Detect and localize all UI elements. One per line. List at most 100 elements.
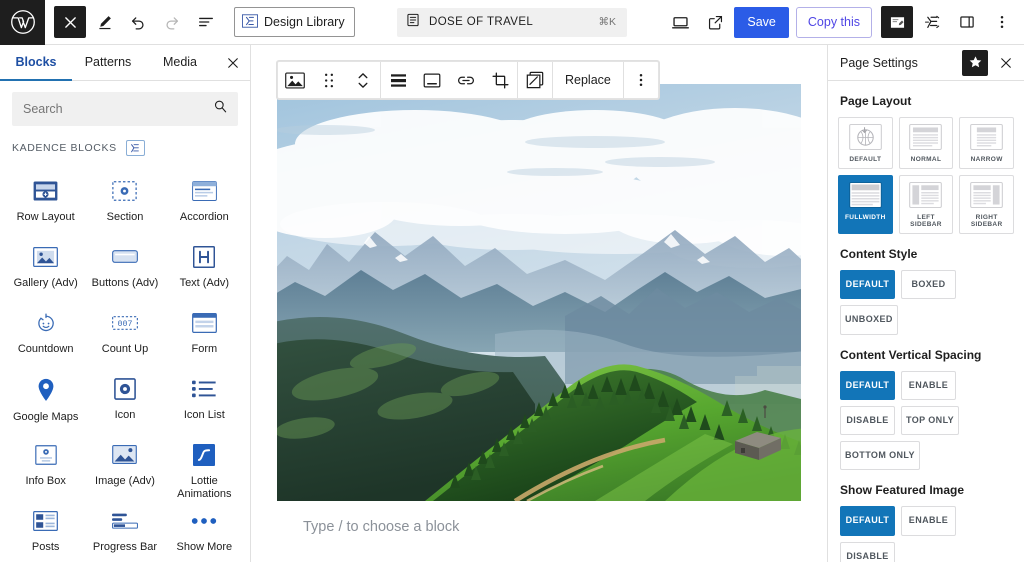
document-icon: [406, 13, 420, 32]
content-vertical-spacing-options: DEFAULT ENABLE DISABLE TOP ONLY BOTTOM O…: [828, 370, 1024, 471]
block-label: Google Maps: [12, 411, 79, 423]
block-item-row-layout[interactable]: Row Layout: [6, 168, 85, 234]
block-label: Posts: [31, 540, 60, 553]
align-icon[interactable]: [381, 62, 415, 98]
block-item-progress-bar[interactable]: Progress Bar: [85, 498, 164, 562]
block-item-icon-list[interactable]: Icon List: [165, 366, 244, 432]
block-item-text-adv[interactable]: Text (Adv): [165, 234, 244, 300]
caption-icon[interactable]: [415, 62, 449, 98]
content-style-unboxed[interactable]: UNBOXED: [840, 305, 898, 335]
layout-name: RIGHT SIDEBAR: [970, 214, 1003, 228]
layout-card-normal[interactable]: NORMAL: [898, 117, 954, 169]
edit-mode-pencil-button[interactable]: [88, 6, 120, 38]
block-item-gallery-adv[interactable]: Gallery (Adv): [6, 234, 85, 300]
form-icon: [191, 312, 217, 334]
image-block-icon[interactable]: [278, 62, 312, 98]
block-item-image-adv[interactable]: Image (Adv): [85, 432, 164, 498]
search-box[interactable]: [12, 92, 238, 126]
block-label: Progress Bar: [92, 540, 158, 553]
block-item-count-up[interactable]: 007 Count Up: [85, 300, 164, 366]
block-item-accordion[interactable]: Accordion: [165, 168, 244, 234]
block-settings-toggle-button[interactable]: [881, 6, 913, 38]
globe-thumb: [839, 118, 892, 154]
close-editor-button[interactable]: [54, 6, 86, 38]
duotone-filter-icon[interactable]: [518, 62, 552, 98]
close-inserter-button[interactable]: [216, 45, 250, 80]
kadence-settings-button[interactable]: [916, 6, 948, 38]
more-options-button[interactable]: [624, 62, 658, 98]
block-item-info-box[interactable]: Info Box: [6, 432, 85, 498]
content-style-default[interactable]: DEFAULT: [840, 270, 895, 300]
block-item-section[interactable]: Section: [85, 168, 164, 234]
spacing-top-only[interactable]: TOP ONLY: [901, 405, 960, 435]
redo-button[interactable]: [156, 6, 188, 38]
countdown-clock-icon: [35, 312, 57, 334]
spacing-default[interactable]: DEFAULT: [840, 370, 895, 400]
posts-icon: [33, 510, 59, 532]
block-item-countdown[interactable]: Countdown: [6, 300, 85, 366]
tab-blocks[interactable]: Blocks: [0, 45, 72, 81]
tab-media[interactable]: Media: [144, 45, 216, 81]
undo-button[interactable]: [122, 6, 154, 38]
sidebar-toggle-button[interactable]: [951, 6, 983, 38]
lottie-icon: [193, 444, 216, 466]
tab-patterns[interactable]: Patterns: [72, 45, 144, 81]
progress-bar-icon: [111, 510, 138, 532]
layout-card-narrow[interactable]: NARROW: [959, 117, 1014, 169]
text-heading-icon: [193, 246, 216, 268]
paragraph-placeholder[interactable]: Type / to choose a block: [277, 501, 801, 535]
block-item-posts[interactable]: Posts: [6, 498, 85, 562]
gallery-icon: [33, 246, 59, 268]
image-icon: [112, 444, 138, 466]
layout-name: DEFAULT: [849, 156, 882, 163]
search-input[interactable]: [23, 102, 213, 116]
wordpress-logo[interactable]: [0, 0, 45, 45]
block-label: Show More: [176, 540, 233, 553]
layout-card-right-sidebar[interactable]: RIGHT SIDEBAR: [959, 175, 1014, 234]
crop-icon[interactable]: [483, 62, 517, 98]
layout-card-default[interactable]: DEFAULT: [838, 117, 893, 169]
block-item-google-maps[interactable]: Google Maps: [6, 366, 85, 432]
layout-card-left-sidebar[interactable]: LEFT SIDEBAR: [898, 175, 954, 234]
featured-image-enable[interactable]: ENABLE: [901, 506, 956, 536]
featured-image-disable[interactable]: DISABLE: [840, 541, 895, 562]
design-library-button[interactable]: Design Library: [234, 7, 355, 37]
image-block[interactable]: [277, 84, 801, 501]
save-button[interactable]: Save: [734, 6, 789, 38]
link-icon[interactable]: [449, 62, 483, 98]
layout-card-fullwidth[interactable]: FULLWIDTH: [838, 175, 893, 234]
block-item-lottie-animations[interactable]: Lottie Animations: [165, 432, 244, 500]
design-library-label: Design Library: [264, 15, 345, 29]
map-pin-icon: [37, 378, 55, 402]
preview-device-button[interactable]: [664, 6, 696, 38]
replace-button[interactable]: Replace: [553, 62, 623, 98]
drag-handle-icon[interactable]: [312, 62, 346, 98]
block-item-buttons-adv[interactable]: Buttons (Adv): [85, 234, 164, 300]
block-label: Accordion: [179, 210, 229, 223]
block-label: Buttons (Adv): [91, 276, 159, 289]
search-container: [0, 81, 250, 134]
buttons-icon: [112, 246, 138, 268]
section-label-show-featured-image: Show Featured Image: [840, 483, 965, 498]
view-page-button[interactable]: [699, 6, 731, 38]
spacing-enable[interactable]: ENABLE: [901, 370, 956, 400]
move-up-down-icon[interactable]: [346, 62, 380, 98]
star-icon[interactable]: [962, 49, 988, 76]
spacing-bottom-only[interactable]: BOTTOM ONLY: [840, 441, 920, 471]
right-sidebar-thumb: [960, 176, 1013, 212]
copy-this-button[interactable]: Copy this: [795, 6, 872, 38]
block-item-icon[interactable]: Icon: [85, 366, 164, 432]
block-label: Countdown: [17, 343, 74, 355]
inserter-tabs: Blocks Patterns Media: [0, 45, 250, 81]
block-item-form[interactable]: Form: [165, 300, 244, 366]
featured-image-default[interactable]: DEFAULT: [840, 506, 895, 536]
spacing-disable[interactable]: DISABLE: [840, 405, 895, 435]
block-label: Info Box: [25, 474, 66, 487]
block-item-show-more[interactable]: Show More: [165, 498, 244, 562]
content-style-boxed[interactable]: BOXED: [901, 270, 956, 300]
document-title-button[interactable]: DOSE OF TRAVEL ⌘K: [397, 7, 627, 37]
close-settings-button[interactable]: [994, 50, 1018, 76]
list-view-button[interactable]: [190, 6, 222, 38]
more-options-button[interactable]: [986, 6, 1018, 38]
icon-badge-icon: [114, 378, 136, 400]
